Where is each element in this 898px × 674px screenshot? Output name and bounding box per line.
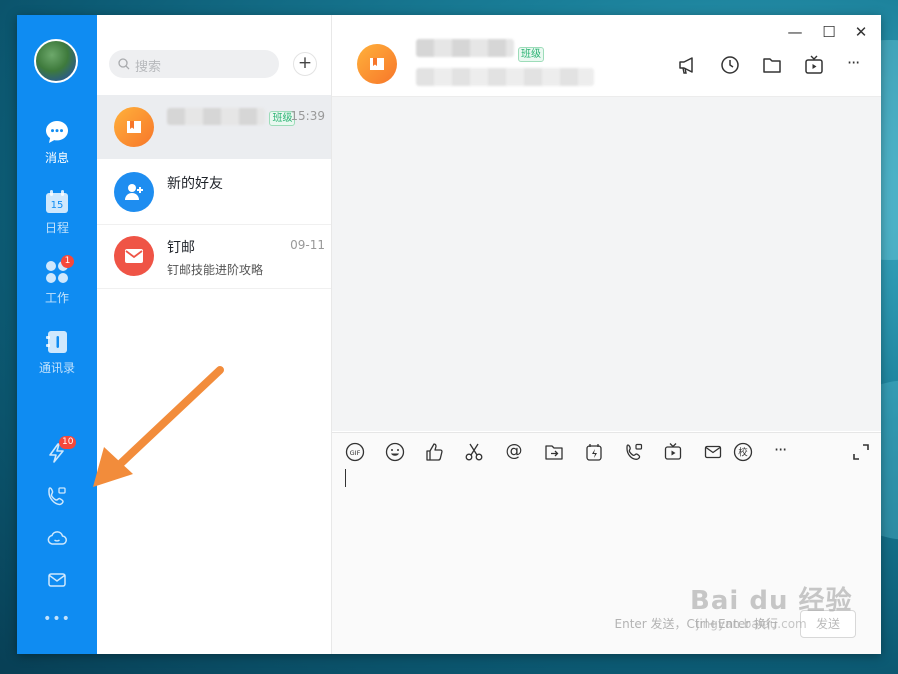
conversation-subtitle: 钉邮技能进阶攻略 (167, 263, 264, 277)
close-button[interactable]: ✕ (851, 23, 871, 41)
ding-icon[interactable] (584, 442, 604, 462)
add-user-icon (125, 184, 143, 200)
blurred-chat-name (416, 39, 514, 57)
baidu-watermark: Bai du 经验 jingyan.baidu.com (690, 586, 853, 631)
mail-icon (48, 573, 66, 587)
mail-icon[interactable] (703, 442, 723, 462)
live-tv-icon[interactable] (803, 54, 825, 76)
search-input[interactable]: 搜索 (109, 50, 279, 78)
history-clock-icon[interactable] (719, 54, 741, 76)
book-icon (370, 58, 384, 70)
nav-item-messages[interactable]: 消息 (17, 119, 97, 166)
nav-label: 通讯录 (38, 361, 75, 375)
nav-label: 日程 (44, 221, 69, 235)
chat-pane: 班级 — ☐ ✕ ··· GIF @ 校 ··· Enter 发送，Ctrl+E… (332, 15, 881, 654)
gif-icon[interactable]: GIF (345, 442, 365, 462)
conversation-title: 班级 (167, 108, 296, 126)
svg-text:校: 校 (738, 447, 748, 459)
mail-icon (125, 249, 143, 263)
conversation-item[interactable]: 新的好友 (97, 160, 331, 225)
nav-label: 工作 (44, 291, 69, 305)
search-placeholder: 搜索 (135, 60, 162, 75)
nav-item-work[interactable]: 工作 1 (17, 255, 97, 306)
chat-bubble-icon (46, 121, 68, 143)
at-icon[interactable]: @ (504, 441, 524, 461)
video-call-icon (48, 487, 66, 506)
add-button[interactable]: + (293, 52, 317, 76)
work-badge: 1 (61, 255, 74, 268)
expand-icon[interactable] (851, 442, 871, 462)
live-icon[interactable] (663, 442, 683, 462)
new-friend-avatar (114, 172, 154, 212)
maximize-button[interactable]: ☐ (819, 23, 839, 41)
book-icon (127, 121, 141, 133)
contacts-book-icon (46, 331, 67, 353)
conversation-item[interactable]: 钉邮 钉邮技能进阶攻略 09-11 (97, 224, 331, 289)
emoji-icon[interactable] (385, 442, 405, 462)
calendar-icon: 15 (46, 190, 68, 213)
folder-icon[interactable] (761, 54, 783, 76)
file-transfer-icon[interactable] (544, 442, 564, 462)
left-nav: 消息 15 日程 工作 1 通讯录 10 ••• (17, 15, 97, 654)
chat-header: 班级 — ☐ ✕ ··· (332, 15, 881, 97)
dingtalk-window: 消息 15 日程 工作 1 通讯录 10 ••• 搜索 + 班级 15:39 新… (17, 15, 881, 654)
message-area (332, 97, 881, 431)
conversation-title: 钉邮 (167, 240, 195, 256)
more-icon[interactable]: ··· (847, 53, 860, 72)
chat-avatar[interactable] (357, 44, 397, 84)
class-tag: 班级 (518, 47, 544, 62)
call-icon[interactable] (624, 442, 644, 462)
nav-item-contacts[interactable]: 通讯录 (17, 329, 97, 376)
nav-ding[interactable]: 10 (17, 436, 97, 468)
more-dots-icon: ••• (43, 611, 71, 627)
scissors-icon[interactable] (464, 442, 484, 462)
conversation-title: 新的好友 (167, 176, 223, 192)
nav-item-calendar[interactable]: 15 日程 (17, 189, 97, 236)
class-group-avatar (114, 107, 154, 147)
svg-text:GIF: GIF (350, 449, 361, 457)
nav-more[interactable]: ••• (17, 611, 97, 627)
nav-label: 消息 (44, 151, 69, 165)
blurred-name (167, 108, 265, 125)
mail-app-avatar (114, 236, 154, 276)
conversation-item[interactable]: 班级 15:39 (97, 95, 331, 159)
nav-cloud[interactable] (17, 527, 97, 553)
conversation-time: 09-11 (290, 238, 325, 252)
more-icon[interactable]: ··· (774, 440, 794, 460)
minimize-button[interactable]: — (785, 23, 805, 41)
search-icon (118, 58, 130, 70)
nav-mail[interactable] (17, 569, 97, 595)
conversation-time: 15:39 (290, 109, 325, 123)
nav-video-call[interactable] (17, 485, 97, 511)
text-caret (345, 469, 346, 487)
announcement-icon[interactable] (677, 54, 699, 76)
ding-badge: 10 (59, 436, 77, 449)
thumbs-up-icon[interactable] (424, 442, 444, 462)
conversation-list: 搜索 + 班级 15:39 新的好友 钉邮 钉邮技能进阶攻略 09-11 (97, 15, 332, 654)
my-avatar[interactable] (34, 39, 78, 83)
school-icon[interactable]: 校 (733, 442, 753, 462)
cloud-icon (47, 531, 67, 545)
blurred-chat-subtitle (416, 68, 594, 86)
svg-text:15: 15 (51, 200, 64, 211)
